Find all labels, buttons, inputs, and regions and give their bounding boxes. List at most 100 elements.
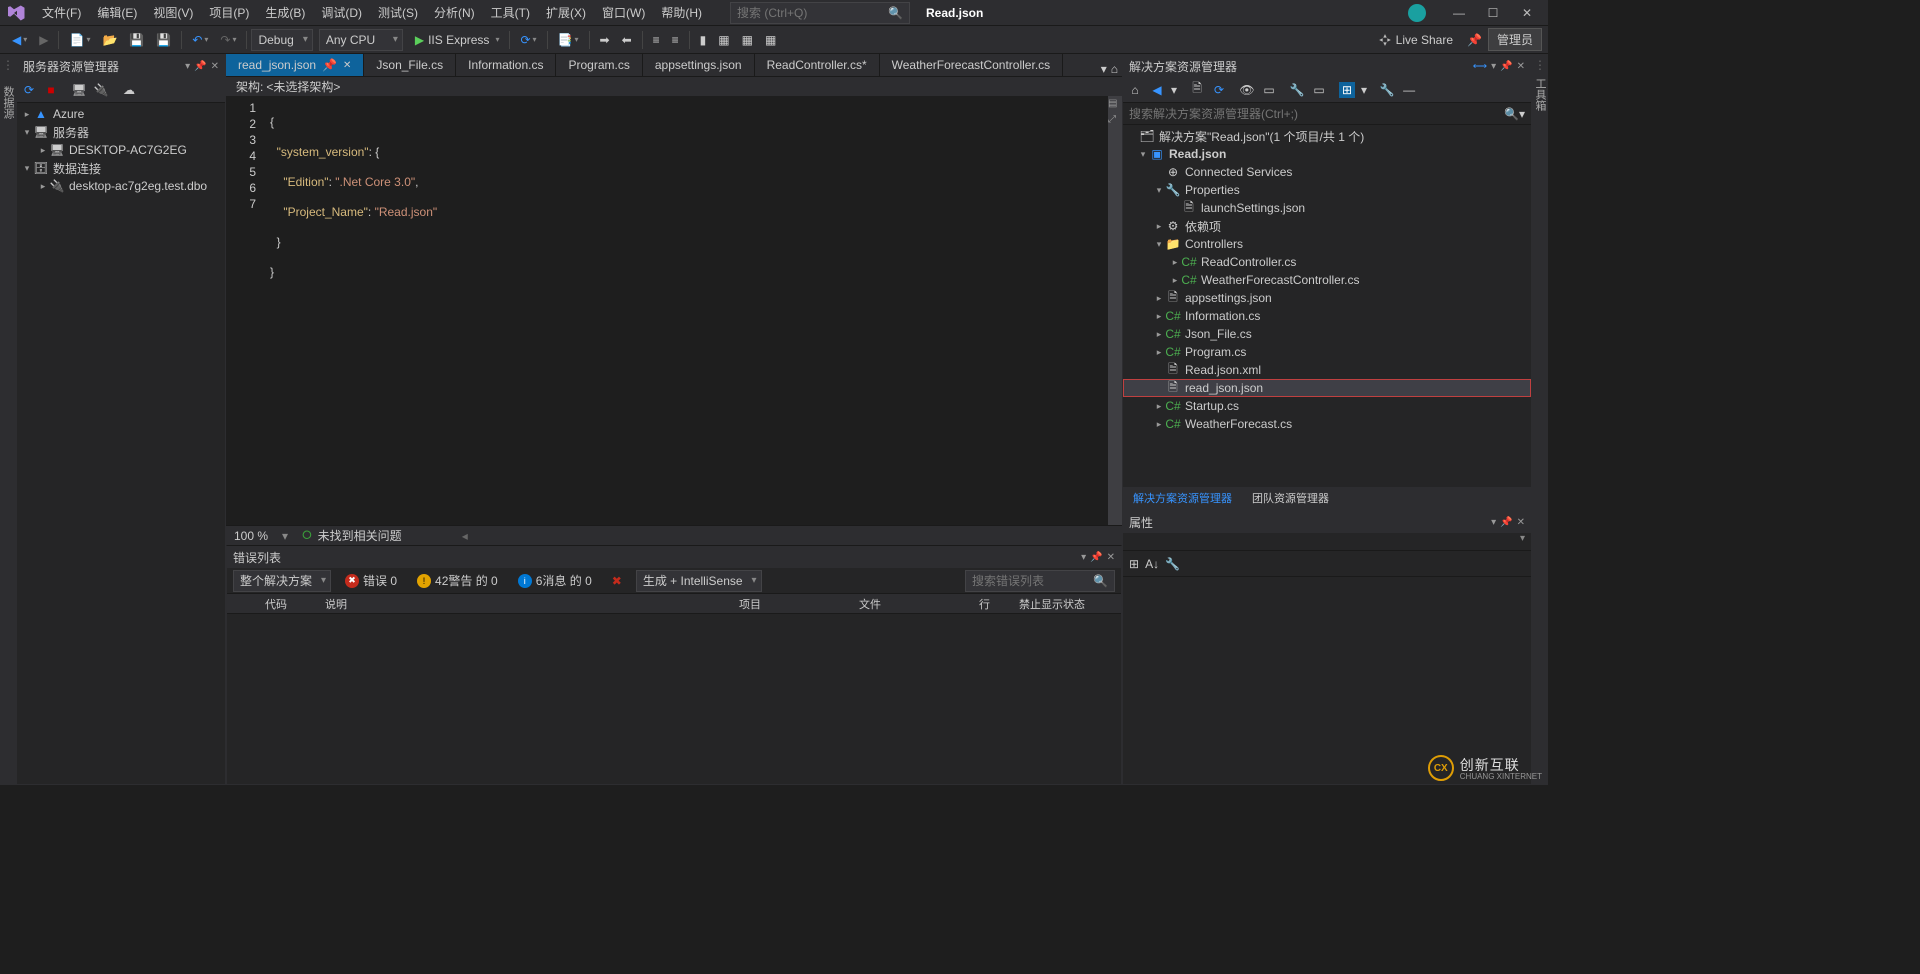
nav-back-button[interactable]: ◀▾ <box>8 31 31 49</box>
errorlist-pin-icon[interactable]: 📌 <box>1090 552 1102 563</box>
prop-close-icon[interactable]: ✕ <box>1517 517 1525 528</box>
connect-db-icon[interactable]: 🔌 <box>93 82 109 98</box>
tab-team-explorer[interactable]: 团队资源管理器 <box>1242 487 1339 509</box>
prop-expand-icon[interactable]: ▾ <box>1520 533 1525 550</box>
azure-connect-icon[interactable]: ☁ <box>121 82 137 98</box>
sol-toggle-icon[interactable]: — <box>1401 82 1417 98</box>
col-project[interactable]: 项目 <box>731 596 851 612</box>
browse-button[interactable]: ⟳▾ <box>516 31 540 49</box>
maximize-button[interactable]: ☐ <box>1476 2 1510 24</box>
architecture-bar[interactable]: 架构: <未选择架构> <box>226 76 1122 96</box>
run-button[interactable]: ▶IIS Express▾ <box>411 31 504 49</box>
sol-info[interactable]: ▸C#Information.cs <box>1123 307 1531 325</box>
save-all-button[interactable]: 💾 <box>152 31 175 49</box>
save-button[interactable]: 💾 <box>125 31 148 49</box>
menu-view[interactable]: 视图(V) <box>145 0 201 25</box>
new-project-button[interactable]: 📄▾ <box>65 31 94 49</box>
tab-solution-explorer[interactable]: 解决方案资源管理器 <box>1123 487 1242 509</box>
uncomment-button[interactable]: ≡ <box>668 31 683 49</box>
menu-file[interactable]: 文件(F) <box>34 0 89 25</box>
menu-tools[interactable]: 工具(T) <box>483 0 538 25</box>
quick-search[interactable]: 🔍 <box>730 2 910 24</box>
account-avatar-icon[interactable] <box>1408 4 1426 22</box>
menu-help[interactable]: 帮助(H) <box>653 0 710 25</box>
tree-server-1[interactable]: ▸🖥DESKTOP-AC7G2EG <box>17 141 225 159</box>
zoom-level[interactable]: 100 % <box>234 529 268 543</box>
tab-close-icon[interactable]: ✕ <box>343 60 351 71</box>
panel-pin-icon[interactable]: 📌 <box>194 61 206 72</box>
misc-button-3[interactable]: ▦ <box>761 31 780 49</box>
sol-controllers[interactable]: ▾📁Controllers <box>1123 235 1531 253</box>
tab-overflow-icon[interactable]: ▾ <box>1101 62 1107 76</box>
tab-jsonfile[interactable]: Json_File.cs <box>364 54 456 76</box>
solution-search-input[interactable] <box>1129 107 1504 121</box>
tab-appsettings[interactable]: appsettings.json <box>643 54 755 76</box>
sol-properties-node[interactable]: ▾🔧Properties <box>1123 181 1531 199</box>
build-intellisense-dropdown[interactable]: 生成 + IntelliSense <box>636 570 762 592</box>
tab-program[interactable]: Program.cs <box>556 54 642 76</box>
prop-dropdown-icon[interactable]: ▾ <box>1491 517 1496 528</box>
categorized-icon[interactable]: ⊞ <box>1129 557 1139 571</box>
tree-dataconn[interactable]: ▾🗄数据连接 <box>17 159 225 177</box>
col-suppress[interactable]: 禁止显示状态 <box>1011 596 1121 612</box>
indent-button[interactable]: ➡ <box>596 31 614 49</box>
sol-close-icon[interactable]: ✕ <box>1517 61 1525 72</box>
tab-information[interactable]: Information.cs <box>456 54 556 76</box>
sol-sync-icon[interactable]: 🗎 <box>1189 82 1205 98</box>
outdent-button[interactable]: ⬅ <box>618 31 636 49</box>
sol-collapse-icon[interactable]: ▭ <box>1261 82 1277 98</box>
col-line[interactable]: 行 <box>971 596 1011 612</box>
clear-filter-button[interactable]: ✖ <box>606 574 628 588</box>
sol-deps[interactable]: ▸⚙依赖项 <box>1123 217 1531 235</box>
sol-program[interactable]: ▸C#Program.cs <box>1123 343 1531 361</box>
feedback-button[interactable]: 📌 <box>1463 31 1486 49</box>
tab-pin-icon[interactable]: 📌 <box>322 58 337 72</box>
menu-debug[interactable]: 调试(D) <box>313 0 370 25</box>
sol-properties-icon[interactable]: 🔧 <box>1289 82 1305 98</box>
sol-jsonfile[interactable]: ▸C#Json_File.cs <box>1123 325 1531 343</box>
sol-launchsettings[interactable]: 🗎launchSettings.json <box>1123 199 1531 217</box>
sol-weather[interactable]: ▸C#WeatherForecast.cs <box>1123 415 1531 433</box>
menu-analyze[interactable]: 分析(N) <box>426 0 483 25</box>
sol-readjson[interactable]: 🗎read_json.json <box>1123 379 1531 397</box>
sol-view-icon[interactable]: ⊞ <box>1339 82 1355 98</box>
menu-edit[interactable]: 编辑(E) <box>89 0 145 25</box>
toolbox-tab[interactable]: 工具箱 <box>1531 72 1549 117</box>
warnings-filter[interactable]: !42警告 的 0 <box>411 572 504 589</box>
quick-search-input[interactable] <box>737 6 888 20</box>
menu-build[interactable]: 生成(B) <box>257 0 313 25</box>
menu-window[interactable]: 窗口(W) <box>594 0 653 25</box>
layout-button[interactable]: 📑▾ <box>554 31 583 49</box>
error-scope-dropdown[interactable]: 整个解决方案 <box>233 570 331 592</box>
minimize-button[interactable]: — <box>1442 2 1476 24</box>
alphabetical-icon[interactable]: A↓ <box>1145 557 1159 571</box>
sol-dropdown-icon[interactable]: ▾ <box>1491 61 1496 72</box>
admin-badge[interactable]: 管理员 <box>1488 28 1542 51</box>
errors-filter[interactable]: ✖错误 0 <box>339 572 403 589</box>
redo-button[interactable]: ↷▾ <box>216 31 240 49</box>
col-code[interactable]: 代码 <box>257 596 317 612</box>
code-editor[interactable]: 1234567 { "system_version": { "Edition":… <box>226 96 1122 525</box>
expand-icon[interactable]: ⤢ <box>1108 114 1120 126</box>
maximize-aux-icon[interactable]: ⟷ <box>1473 61 1487 72</box>
sol-showall-icon[interactable]: 👁 <box>1239 82 1255 98</box>
panel-close-icon[interactable]: ✕ <box>211 61 219 72</box>
menu-test[interactable]: 测试(S) <box>370 0 426 25</box>
sol-wrench-icon[interactable]: 🔧 <box>1379 82 1395 98</box>
misc-button-2[interactable]: ▦ <box>738 31 757 49</box>
misc-button-1[interactable]: ▦ <box>714 31 733 49</box>
errorlist-close-icon[interactable]: ✕ <box>1107 552 1115 563</box>
sol-appsettings[interactable]: ▸🗎appsettings.json <box>1123 289 1531 307</box>
error-search[interactable]: 🔍 <box>965 570 1115 592</box>
menu-project[interactable]: 项目(P) <box>201 0 257 25</box>
sol-refresh-icon[interactable]: ⟳ <box>1211 82 1227 98</box>
undo-button[interactable]: ↶▾ <box>188 31 212 49</box>
sol-back-icon[interactable]: ◀ <box>1149 82 1165 98</box>
prop-wrench-icon[interactable]: 🔧 <box>1165 557 1180 571</box>
sol-pin-icon[interactable]: 📌 <box>1500 61 1512 72</box>
open-file-button[interactable]: 📂 <box>98 31 121 49</box>
editor-scrollbar[interactable] <box>1108 96 1122 525</box>
sol-home-icon[interactable]: ⌂ <box>1127 82 1143 98</box>
code-content[interactable]: { "system_version": { "Edition": ".Net C… <box>270 96 1108 525</box>
error-search-input[interactable] <box>972 574 1093 588</box>
